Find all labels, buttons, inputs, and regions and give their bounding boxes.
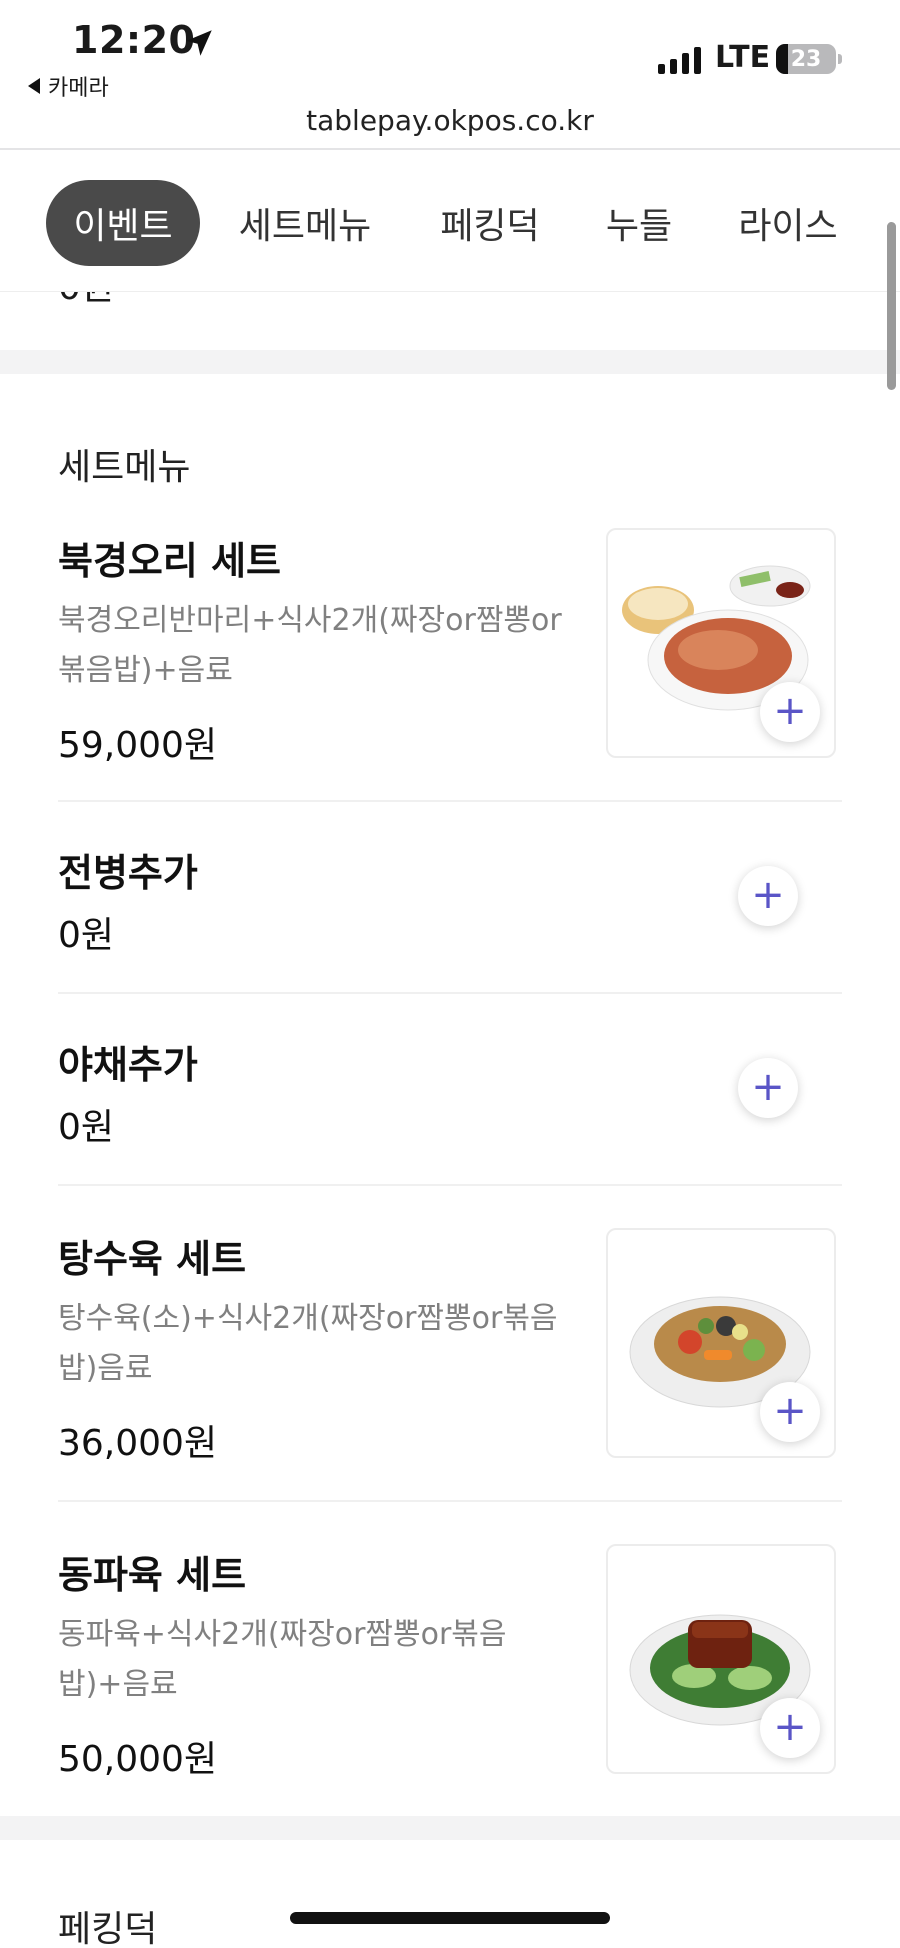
item-name: 동파육 세트 <box>58 1553 247 1597</box>
location-arrow-icon <box>186 30 212 56</box>
back-app-label: 카메라 <box>48 76 109 101</box>
tab-rice[interactable]: 라이스 <box>728 180 848 266</box>
network-type: LTE <box>715 40 771 75</box>
back-triangle-icon <box>28 78 40 94</box>
add-item-button[interactable]: + <box>760 682 820 742</box>
scrollbar[interactable] <box>887 222 896 390</box>
item-image: + <box>606 528 836 758</box>
add-item-button[interactable]: + <box>760 1698 820 1758</box>
tab-peking-duck[interactable]: 페킹덕 <box>430 180 550 266</box>
battery-icon: 23 <box>776 44 842 74</box>
menu-item[interactable]: 북경오리 세트 북경오리반마리+식사2개(짜장or짬뽕or볶음밥)+음료 59,… <box>58 520 842 802</box>
item-image: + <box>606 1228 836 1458</box>
back-to-app-link[interactable]: 카메라 <box>28 70 109 102</box>
address-bar[interactable]: tablepay.okpos.co.kr <box>0 104 900 137</box>
section-title-set-menu: 세트메뉴 <box>58 447 191 488</box>
item-price: 36,000원 <box>58 1423 218 1464</box>
item-name: 탕수육 세트 <box>58 1237 247 1281</box>
item-price: 59,000원 <box>58 725 218 766</box>
section-divider <box>0 350 900 374</box>
menu-item[interactable]: 탕수육 세트 탕수육(소)+식사2개(짜장or짬뽕or볶음밥)음료 36,000… <box>58 1186 842 1502</box>
section-title-peking-duck: 페킹덕 <box>58 1909 158 1948</box>
signal-icon <box>658 46 701 74</box>
tab-set-menu[interactable]: 세트메뉴 <box>230 180 380 266</box>
item-name: 전병추가 <box>58 851 198 895</box>
item-description: 북경오리반마리+식사2개(짜장or짬뽕or볶음밥)+음료 <box>58 603 562 688</box>
category-tabs: 이벤트 세트메뉴 페킹덕 누들 라이스 <box>0 152 900 292</box>
add-item-button[interactable]: + <box>760 1382 820 1442</box>
section-divider <box>0 1816 900 1840</box>
item-name: 야채추가 <box>58 1043 198 1087</box>
item-description: 동파육+식사2개(짜장or짬뽕or볶음밥)+음료 <box>58 1617 507 1702</box>
status-bar: 12:20 카메라 LTE 23 tablepay.okpos.co.kr <box>0 0 900 150</box>
status-time: 12:20 <box>72 18 196 62</box>
tab-event[interactable]: 이벤트 <box>46 180 200 266</box>
item-description: 탕수육(소)+식사2개(짜장or짬뽕or볶음밥)음료 <box>58 1301 558 1386</box>
battery-level: 23 <box>790 46 822 72</box>
menu-item[interactable]: 동파육 세트 동파육+식사2개(짜장or짬뽕or볶음밥)+음료 50,000원 … <box>58 1502 842 1808</box>
item-price: 0원 <box>58 1107 115 1148</box>
home-indicator <box>290 1912 610 1924</box>
menu-item[interactable]: 야채추가 0원 + <box>58 994 842 1186</box>
item-image: + <box>606 1544 836 1774</box>
item-price: 0원 <box>58 915 115 956</box>
add-item-button[interactable]: + <box>738 866 798 926</box>
tab-noodle[interactable]: 누들 <box>594 180 684 266</box>
item-name: 북경오리 세트 <box>58 539 281 583</box>
menu-item[interactable]: 전병추가 0원 + <box>58 802 842 994</box>
add-item-button[interactable]: + <box>738 1058 798 1118</box>
item-price: 50,000원 <box>58 1739 218 1780</box>
